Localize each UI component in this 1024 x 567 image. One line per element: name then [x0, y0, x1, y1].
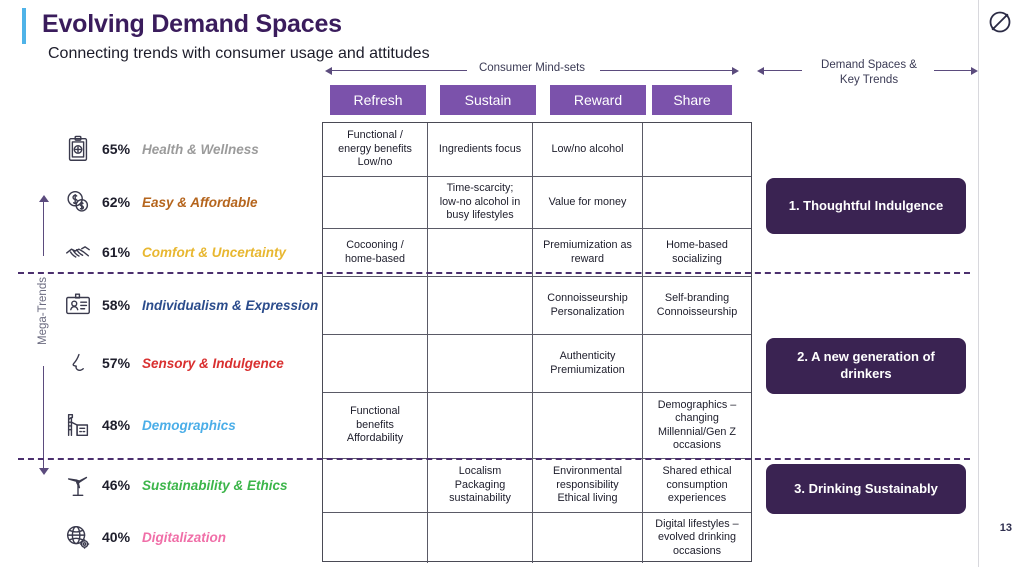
- trend-row: 61% Comfort & Uncertainty: [58, 228, 324, 276]
- matrix-cell: [643, 177, 751, 228]
- matrix-cell: [533, 513, 643, 563]
- matrix-cell: [428, 393, 533, 458]
- matrix-cell: Home-based socializing: [666, 239, 728, 265]
- title-accent-bar: [22, 8, 26, 44]
- trend-row: 62% Easy & Affordable: [58, 176, 324, 228]
- demand-space-box-1[interactable]: 1. Thoughtful Indulgence: [766, 178, 966, 234]
- trend-row: 57% Sensory & Indulgence: [58, 334, 324, 392]
- matrix-row: Digital lifestyles – evolved drinking occa…: [323, 513, 751, 563]
- matrix-row: Localism Packaging sustainability Environme…: [323, 459, 751, 513]
- matrix-row: Authenticity Premiumization: [323, 335, 751, 393]
- matrix-cell: [428, 277, 533, 334]
- trend-percentage: 65%: [102, 141, 131, 157]
- clipboard-health-icon: [58, 132, 98, 166]
- matrix-cell: Functional benefits Affordability: [323, 393, 428, 458]
- demand-spaces-label-line1: Demand Spaces &: [821, 59, 917, 71]
- factory-city-icon: [58, 408, 98, 442]
- matrix-cell: [323, 177, 428, 228]
- mega-trends-axis: Mega-Trends: [30, 195, 58, 475]
- right-rail: [978, 0, 1024, 567]
- trend-percentage: 62%: [102, 194, 131, 210]
- matrix-cell: Connoisseurship Personalization: [533, 277, 643, 334]
- matrix-cell: Time-scarcity; low-no alcohol in busy life…: [428, 177, 533, 228]
- page-number: 13: [999, 522, 1012, 534]
- matrix-cell: Self-branding Connoisseurship: [656, 292, 738, 318]
- demand-space-box-3[interactable]: 3. Drinking Sustainably: [766, 464, 966, 514]
- trend-row: 40% Digitalization: [58, 512, 324, 562]
- demand-spaces-axis: Demand Spaces & Key Trends: [752, 58, 982, 94]
- handshake-icon: [58, 235, 98, 269]
- trend-mindset-matrix: Functional / energy benefits Low/no Ingredi…: [322, 122, 752, 563]
- trend-row: 58% Individualism & Expression: [58, 276, 324, 334]
- mindset-button-sustain[interactable]: Sustain: [440, 85, 536, 115]
- slide-root: 13 Evolving Demand Spaces Connecting tre…: [0, 0, 1024, 567]
- matrix-cell: Premiumization as reward: [533, 229, 643, 276]
- mega-trends-arrow-down: [39, 468, 49, 475]
- page-title: Evolving Demand Spaces: [42, 10, 342, 38]
- matrix-cell: Demographics – changing Millennial/Gen Zoc…: [657, 398, 737, 451]
- matrix-cell: Authenticity Premiumization: [533, 335, 643, 392]
- matrix-cell: Cocooning / home-based: [323, 229, 428, 276]
- matrix-cell: Shared ethical consumption experiences: [662, 465, 732, 505]
- trend-row: 65% Health & Wellness: [58, 122, 324, 176]
- mindset-button-reward[interactable]: Reward: [550, 85, 646, 115]
- matrix-cell: [643, 335, 751, 392]
- matrix-cell: Value for money: [533, 177, 643, 228]
- matrix-cell: Ingredients focus: [428, 123, 533, 176]
- consumer-mindsets-axis: Consumer Mind-sets: [322, 60, 742, 82]
- trend-percentage: 46%: [102, 477, 131, 493]
- trend-name: Comfort & Uncertainty: [142, 244, 287, 260]
- mindset-button-refresh[interactable]: Refresh: [330, 85, 426, 115]
- matrix-cell: [323, 335, 428, 392]
- matrix-row: Connoisseurship Personalization Self-brand…: [323, 277, 751, 335]
- consumer-mindsets-label: Consumer Mind-sets: [478, 62, 586, 74]
- nose-profile-icon: [58, 346, 98, 380]
- wind-turbine-icon: [58, 468, 98, 502]
- trend-percentage: 57%: [102, 355, 131, 371]
- matrix-row: Functional / energy benefits Low/no Ingredi…: [323, 123, 751, 177]
- matrix-cell: Digital lifestyles – evolved drinking occa…: [655, 517, 739, 557]
- segment-divider-1: [18, 272, 970, 274]
- matrix-cell: [323, 513, 428, 563]
- trend-percentage: 40%: [102, 529, 131, 545]
- trend-name: Health & Wellness: [142, 141, 259, 157]
- matrix-cell: Environmental responsibility Ethical livin…: [533, 459, 643, 512]
- trend-name: Demographics: [142, 417, 236, 433]
- mindset-button-row: Refresh Sustain Reward Share: [322, 85, 752, 117]
- matrix-row: Cocooning / home-based Premiumization as re…: [323, 229, 751, 277]
- trend-name: Easy & Affordable: [142, 194, 258, 210]
- matrix-cell: [428, 513, 533, 563]
- demand-space-box-2[interactable]: 2. A new generation of drinkers: [766, 338, 966, 394]
- matrix-cell: [533, 393, 643, 458]
- trend-name: Sensory & Indulgence: [142, 355, 284, 371]
- matrix-cell: [428, 229, 533, 276]
- segment-divider-2: [18, 458, 970, 460]
- demand-spaces-label-line2: Key Trends: [839, 74, 899, 86]
- trend-percentage: 58%: [102, 297, 131, 313]
- matrix-cell: Functional / energy benefits Low/no: [323, 123, 428, 176]
- trend-row: 46% Sustainability & Ethics: [58, 458, 324, 512]
- mindset-button-share[interactable]: Share: [652, 85, 732, 115]
- matrix-row: Time-scarcity; low-no alcohol in busy life…: [323, 177, 751, 229]
- matrix-cell: [428, 335, 533, 392]
- coins-money-icon: [58, 185, 98, 219]
- trend-percentage: 61%: [102, 244, 131, 260]
- matrix-cell: [323, 459, 428, 512]
- matrix-cell: [643, 123, 751, 176]
- circle-slash-logo-icon: [986, 8, 1014, 36]
- trend-name: Digitalization: [142, 529, 226, 545]
- matrix-cell: Low/no alcohol: [533, 123, 643, 176]
- trend-row: 48% Demographics: [58, 392, 324, 458]
- trend-name: Individualism & Expression: [142, 297, 319, 313]
- matrix-cell: [323, 277, 428, 334]
- globe-gear-icon: [58, 520, 98, 554]
- trend-name: Sustainability & Ethics: [142, 477, 288, 493]
- matrix-row: Functional benefits Affordability Demograph…: [323, 393, 751, 459]
- trend-percentage: 48%: [102, 417, 131, 433]
- id-card-icon: [58, 288, 98, 322]
- matrix-cell: Localism Packaging sustainability: [428, 459, 533, 512]
